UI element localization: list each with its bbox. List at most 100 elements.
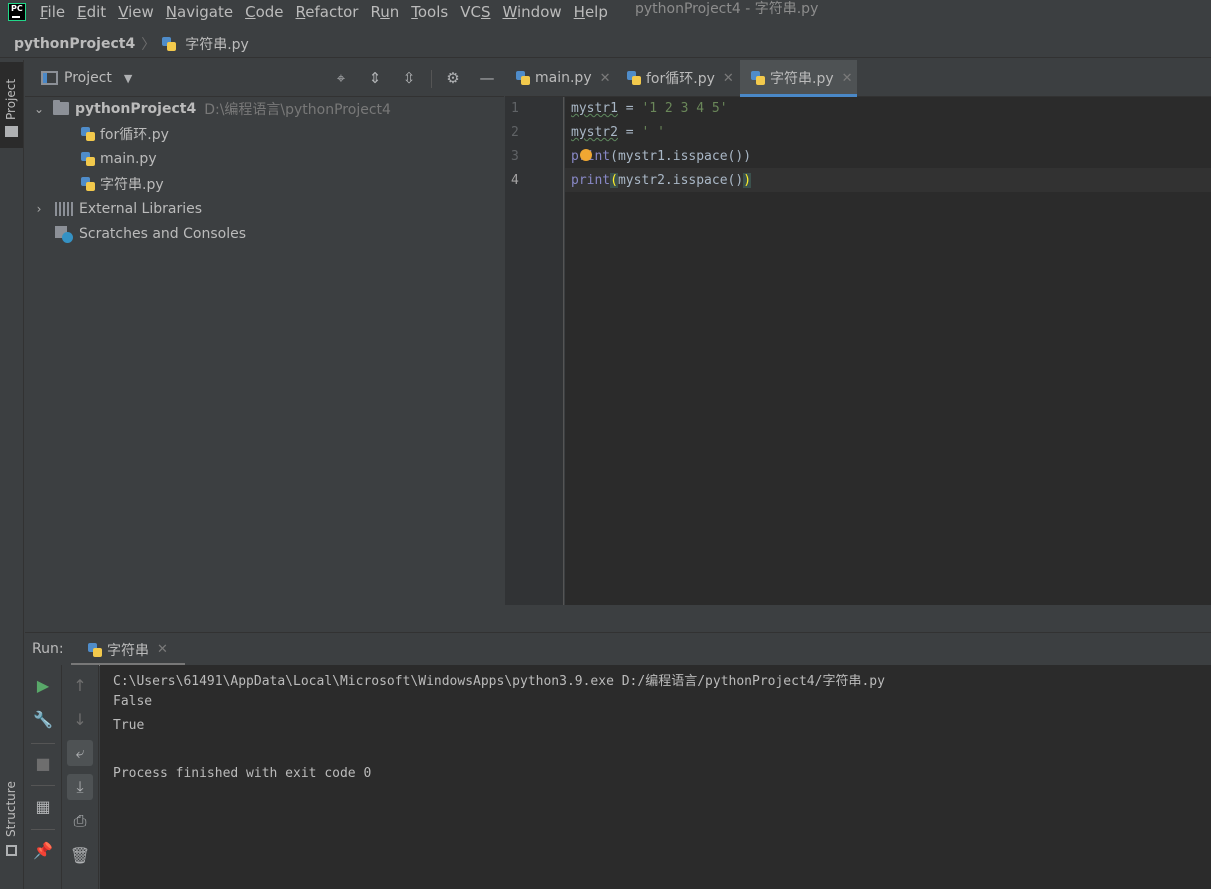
tree-external-libraries[interactable]: › External Libraries — [31, 196, 202, 221]
menu-run[interactable]: Run — [370, 3, 399, 21]
expand-all-icon[interactable]: ⇕ — [365, 68, 385, 88]
chevron-down-icon[interactable]: ▼ — [124, 72, 132, 85]
menu-edit[interactable]: Edit — [77, 3, 106, 21]
structure-tool-label: Structure — [4, 781, 18, 837]
tree-root-project[interactable]: ⌄ pythonProject4 D:\编程语言\pythonProject4 — [31, 96, 391, 121]
run-toolbar-primary: ▶ 🔧 ■ ▦ 📌 — [25, 665, 62, 889]
close-icon[interactable]: ✕ — [157, 642, 168, 657]
tree-file-item[interactable]: for循环.py — [80, 121, 169, 146]
locate-file-icon[interactable]: ⌖ — [331, 68, 351, 88]
tab-string-py[interactable]: 字符串.py ✕ — [740, 60, 857, 97]
project-tool-button[interactable]: Project — [0, 62, 23, 148]
project-panel: Project ▼ ⌖ ⇕ ⇳ ⚙ — ⌄ pythonProject4 D:\… — [25, 60, 504, 632]
menu-refactor[interactable]: Refactor — [296, 3, 359, 21]
folder-icon — [5, 126, 18, 137]
scratches-icon — [55, 225, 73, 243]
stop-icon[interactable]: ■ — [30, 750, 56, 776]
python-file-icon — [626, 70, 642, 86]
project-panel-header: Project ▼ ⌖ ⇕ ⇳ ⚙ — — [25, 60, 504, 97]
structure-icon — [6, 845, 17, 856]
menu-tools[interactable]: Tools — [411, 3, 448, 21]
chevron-right-icon[interactable]: › — [31, 202, 47, 216]
soft-wrap-icon[interactable]: ⤶ — [67, 740, 93, 766]
layout-icon[interactable]: ▦ — [30, 793, 56, 819]
console-line: True — [113, 718, 145, 733]
project-view-icon — [41, 71, 58, 85]
print-icon[interactable]: ⎙ — [67, 808, 93, 834]
breadcrumb-project[interactable]: pythonProject4 — [14, 36, 135, 52]
pycharm-logo-icon: PC — [8, 3, 26, 21]
tree-file-label: main.py — [100, 150, 157, 167]
wrench-icon[interactable]: 🔧 — [30, 706, 56, 732]
tree-file-label: for循环.py — [100, 126, 169, 143]
project-view-title[interactable]: Project — [64, 70, 112, 86]
structure-tool-button[interactable]: Structure — [0, 775, 23, 885]
project-tool-label: Project — [4, 78, 18, 120]
hide-panel-icon[interactable]: — — [477, 68, 497, 88]
gear-icon[interactable]: ⚙ — [443, 68, 463, 88]
tree-scratches-label: Scratches and Consoles — [79, 225, 246, 242]
editor-footer — [505, 605, 1211, 632]
menu-help[interactable]: Help — [574, 3, 608, 21]
python-file-icon — [87, 642, 103, 658]
menu-vcs[interactable]: VCS — [460, 3, 490, 21]
menu-file[interactable]: File — [40, 3, 65, 21]
left-tool-stripe: Project Structure — [0, 60, 24, 889]
breadcrumb-separator-icon: 〉 — [141, 36, 156, 53]
pin-icon[interactable]: 📌 — [30, 837, 56, 863]
line-number: 3 — [511, 149, 519, 164]
close-icon[interactable]: ✕ — [842, 71, 853, 86]
menu-code[interactable]: Code — [245, 3, 283, 21]
code-editor[interactable]: mystr1 = '1 2 3 4 5' mystr2 = ' ' print(… — [565, 97, 1211, 605]
trash-icon[interactable]: 🗑 — [67, 842, 93, 868]
tree-external-libraries-label: External Libraries — [79, 200, 202, 217]
python-file-icon — [80, 126, 96, 142]
tab-for-loop-py[interactable]: for循环.py ✕ — [616, 60, 740, 96]
library-icon — [55, 201, 73, 216]
code-line: mystr1 = '1 2 3 4 5' — [571, 101, 728, 116]
tree-file-label: 字符串.py — [100, 176, 164, 193]
lightbulb-icon[interactable] — [580, 149, 592, 161]
console-line: Process finished with exit code 0 — [113, 766, 372, 781]
run-tab-label: 字符串 — [107, 642, 149, 659]
run-panel-header: Run: 字符串 ✕ — [25, 632, 1211, 666]
toolbar-divider — [431, 70, 432, 88]
scroll-to-end-icon[interactable]: ⤓ — [67, 774, 93, 800]
rerun-icon[interactable]: ▶ — [30, 672, 56, 698]
editor-gutter: 1 2 3 4 — [505, 97, 564, 605]
tree-file-item[interactable]: 字符串.py — [80, 171, 164, 196]
run-tab[interactable]: 字符串 ✕ — [71, 633, 185, 666]
python-file-icon — [750, 70, 766, 86]
menu-bar: PC File Edit View Navigate Code Refactor… — [0, 0, 1211, 24]
toolbar-divider — [31, 785, 55, 786]
breadcrumb: pythonProject4 〉 字符串.py — [0, 30, 1211, 58]
tree-scratches[interactable]: Scratches and Consoles — [55, 221, 246, 246]
arrow-down-icon[interactable]: ↓ — [67, 706, 93, 732]
menu-window[interactable]: Window — [502, 3, 561, 21]
menu-view[interactable]: View — [118, 3, 154, 21]
run-console[interactable]: C:\Users\61491\AppData\Local\Microsoft\W… — [100, 665, 1211, 889]
arrow-up-icon[interactable]: ↑ — [67, 672, 93, 698]
tab-main-py[interactable]: main.py ✕ — [505, 60, 615, 96]
tree-file-item[interactable]: main.py — [80, 146, 157, 171]
python-file-icon — [80, 151, 96, 167]
line-number: 2 — [511, 125, 519, 140]
breadcrumb-file[interactable]: 字符串.py — [185, 34, 249, 54]
tab-label: 字符串.py — [770, 71, 834, 87]
tree-root-name: pythonProject4 — [75, 100, 197, 117]
close-icon[interactable]: ✕ — [723, 71, 734, 86]
code-line: print(mystr2.isspace()) — [571, 173, 752, 188]
close-icon[interactable]: ✕ — [600, 71, 611, 86]
run-toolbar-secondary: ↑ ↓ ⤶ ⤓ ⎙ 🗑 — [62, 665, 99, 889]
line-number: 4 — [511, 173, 519, 188]
python-file-icon — [515, 70, 531, 86]
chevron-down-icon[interactable]: ⌄ — [31, 102, 47, 116]
code-line: print(mystr1.isspace()) — [571, 149, 752, 164]
window-title: pythonProject4 - 字符串.py — [635, 1, 819, 17]
code-line: mystr2 = ' ' — [571, 125, 665, 140]
toolbar-divider — [31, 829, 55, 830]
menu-navigate[interactable]: Navigate — [166, 3, 233, 21]
line-number: 1 — [511, 101, 519, 116]
python-file-icon — [161, 36, 177, 52]
collapse-all-icon[interactable]: ⇳ — [399, 68, 419, 88]
